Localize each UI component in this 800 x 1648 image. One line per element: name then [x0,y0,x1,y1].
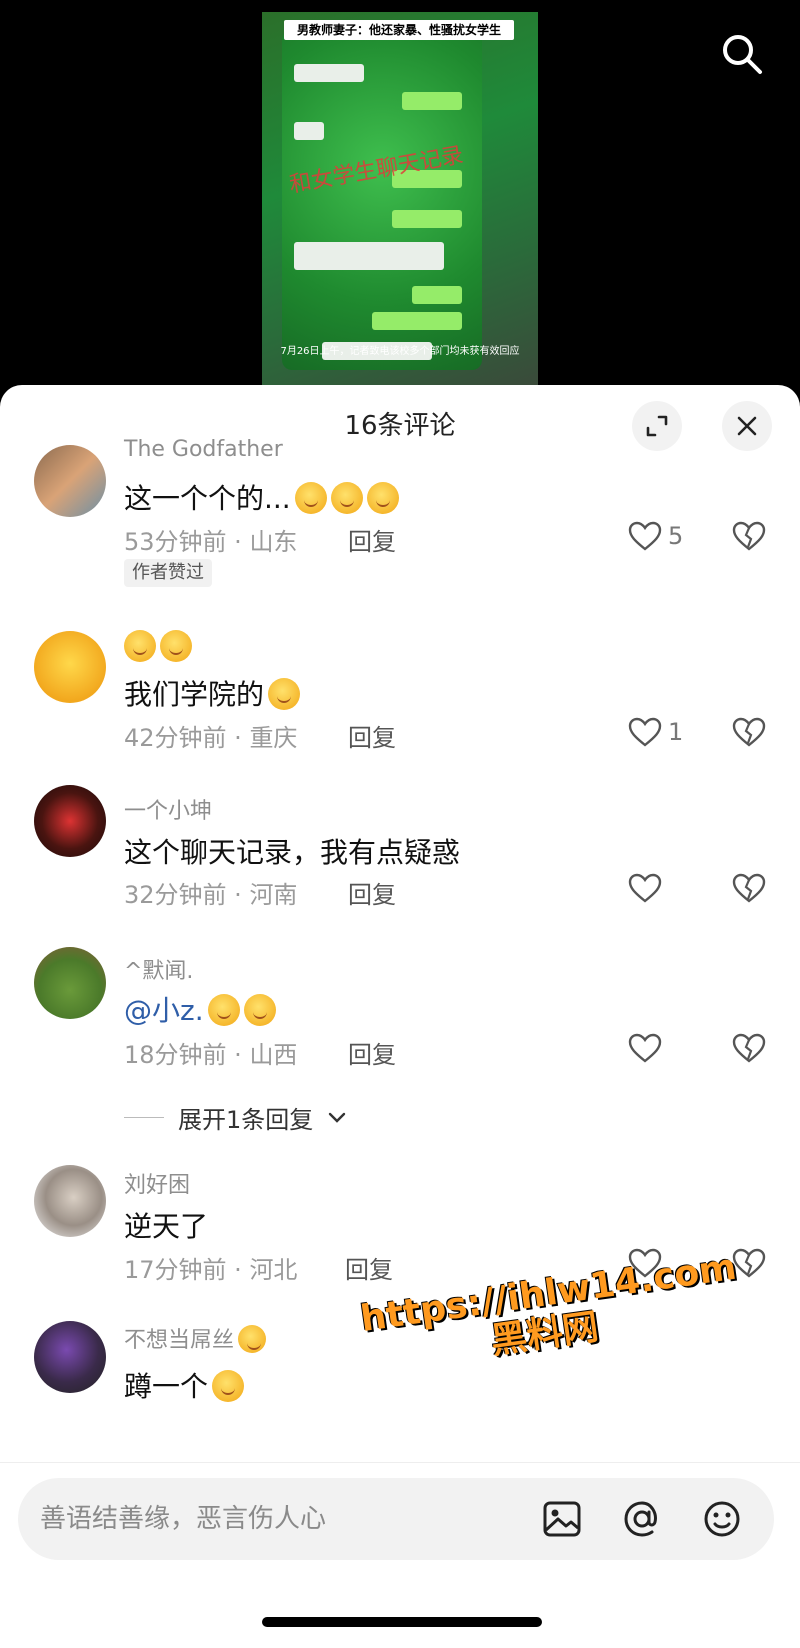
comment-username[interactable]: 不想当屌丝 [124,1322,267,1354]
at-mention-icon[interactable] [618,1495,666,1543]
video-thumbnail[interactable]: 男教师妻子：他还家暴、性骚扰女学生 和女学生聊天记录 7月26日上午，记者致电该… [262,12,538,385]
comment-meta: 42分钟前 · 重庆 [124,724,298,752]
peek-emoji-icon [212,1370,245,1402]
broken-heart-icon [732,1033,766,1063]
surprised-emoji-icon [243,994,276,1026]
expand-replies-label: 展开1条回复 [178,1106,314,1134]
dislike-button[interactable] [732,1033,766,1067]
comment-text: 蹲一个 [124,1365,245,1405]
input-divider [0,1462,800,1463]
like-button[interactable] [628,873,662,903]
heart-icon [628,1033,662,1063]
emoji-picker-icon[interactable] [698,1495,746,1543]
comment-username-text: 不想当屌丝 [124,1328,235,1353]
comment-text-body: 蹲一个 [124,1370,209,1403]
smile-emoji-icon [124,630,156,662]
video-subtitle: 7月26日上午，记者致电该校多个部门均未获有效回应 [280,346,520,357]
comment-region: 河南 [249,881,298,909]
like-button[interactable] [628,1033,662,1063]
comment-meta: 32分钟前 · 河南 [124,881,298,909]
comment-input[interactable] [40,1478,500,1560]
comment-text: 我们学院的 [124,673,301,713]
surprised-emoji-icon [207,994,240,1026]
home-indicator[interactable] [262,1617,542,1627]
reply-button[interactable]: 回复 [348,875,396,910]
comment-input-bar [18,1478,774,1560]
image-icon[interactable] [538,1495,586,1543]
comment-time: 42分钟前 [124,724,227,752]
reply-button[interactable]: 回复 [345,1250,393,1285]
video-area[interactable]: 男教师妻子：他还家暴、性骚扰女学生 和女学生聊天记录 7月26日上午，记者致电该… [0,0,800,385]
heart-icon [628,873,662,903]
avatar[interactable] [34,947,106,1019]
comment-time: 18分钟前 [124,1041,227,1069]
reply-button[interactable]: 回复 [348,718,396,753]
comment-time: 32分钟前 [124,881,227,909]
broken-heart-icon [732,521,766,551]
reply-button[interactable]: 回复 [348,1035,396,1070]
comment-text: 这个聊天记录，我有点疑惑 [124,836,461,869]
comment-text: 逆天了 [124,1210,209,1243]
close-button[interactable] [722,401,772,451]
avatar[interactable] [34,631,106,703]
reply-button[interactable]: 回复 [348,522,396,557]
facepalm-emoji-icon [366,482,399,514]
comment-meta: 17分钟前 · 河北 [124,1256,298,1284]
dislike-button[interactable] [732,873,766,907]
comment-sheet: 16条评论 The Godfather 这一个个的... 53分钟前 · 山东 … [0,385,800,1648]
expand-divider [124,1117,164,1118]
comment-meta: 18分钟前 · 山西 [124,1041,298,1069]
video-caption: 男教师妻子：他还家暴、性骚扰女学生 [284,20,514,40]
broken-heart-icon [732,873,766,903]
comment-username[interactable]: 一个小坤 [124,793,212,825]
smile-emoji-icon [160,630,192,662]
like-button[interactable]: 5 [628,521,683,551]
crying-emoji-icon [238,1325,267,1353]
avatar[interactable] [34,445,106,517]
comment-username[interactable]: ^默闻. [124,953,193,985]
comment-time: 17分钟前 [124,1256,227,1284]
comment-region: 山东 [249,528,298,556]
expand-button[interactable] [632,401,682,451]
avatar[interactable] [34,1165,106,1237]
comment-meta: 53分钟前 · 山东 [124,528,298,556]
like-count: 1 [668,718,684,746]
facepalm-emoji-icon [330,482,363,514]
comment-top-emojis [124,630,192,663]
comment-time: 53分钟前 [124,528,227,556]
comment-region: 河北 [249,1256,298,1284]
dislike-button[interactable] [732,717,766,751]
comment-text: 这一个个的... [124,477,399,517]
comment-region: 重庆 [249,724,298,752]
like-button[interactable]: 1 [628,717,683,747]
chat-screenshot [282,30,482,370]
comment-text-body: 我们学院的 [124,678,265,711]
mention-link[interactable]: @小z. [124,994,204,1027]
facepalm-emoji-icon [294,482,327,514]
expand-replies-button[interactable]: 展开1条回复 [124,1100,347,1135]
heart-icon [628,521,662,551]
heart-icon [628,717,662,747]
comment-region: 山西 [249,1041,298,1069]
avatar[interactable] [34,785,106,857]
comment-text: @小z. [124,989,276,1029]
chevron-down-icon [329,1112,346,1123]
close-icon [737,416,757,436]
like-count: 5 [668,522,684,550]
wink-emoji-icon [268,678,301,710]
avatar[interactable] [34,1321,106,1393]
search-icon[interactable] [718,30,766,78]
comment-username[interactable]: 刘好困 [124,1167,190,1199]
expand-icon [646,415,668,437]
comment-username[interactable]: The Godfather [124,437,283,462]
broken-heart-icon [732,717,766,747]
author-liked-badge: 作者赞过 [124,559,212,587]
dislike-button[interactable] [732,521,766,555]
comment-text-body: 这一个个的... [124,482,291,515]
watermark: https://ihlw14.com 黑料网 [358,1247,739,1379]
